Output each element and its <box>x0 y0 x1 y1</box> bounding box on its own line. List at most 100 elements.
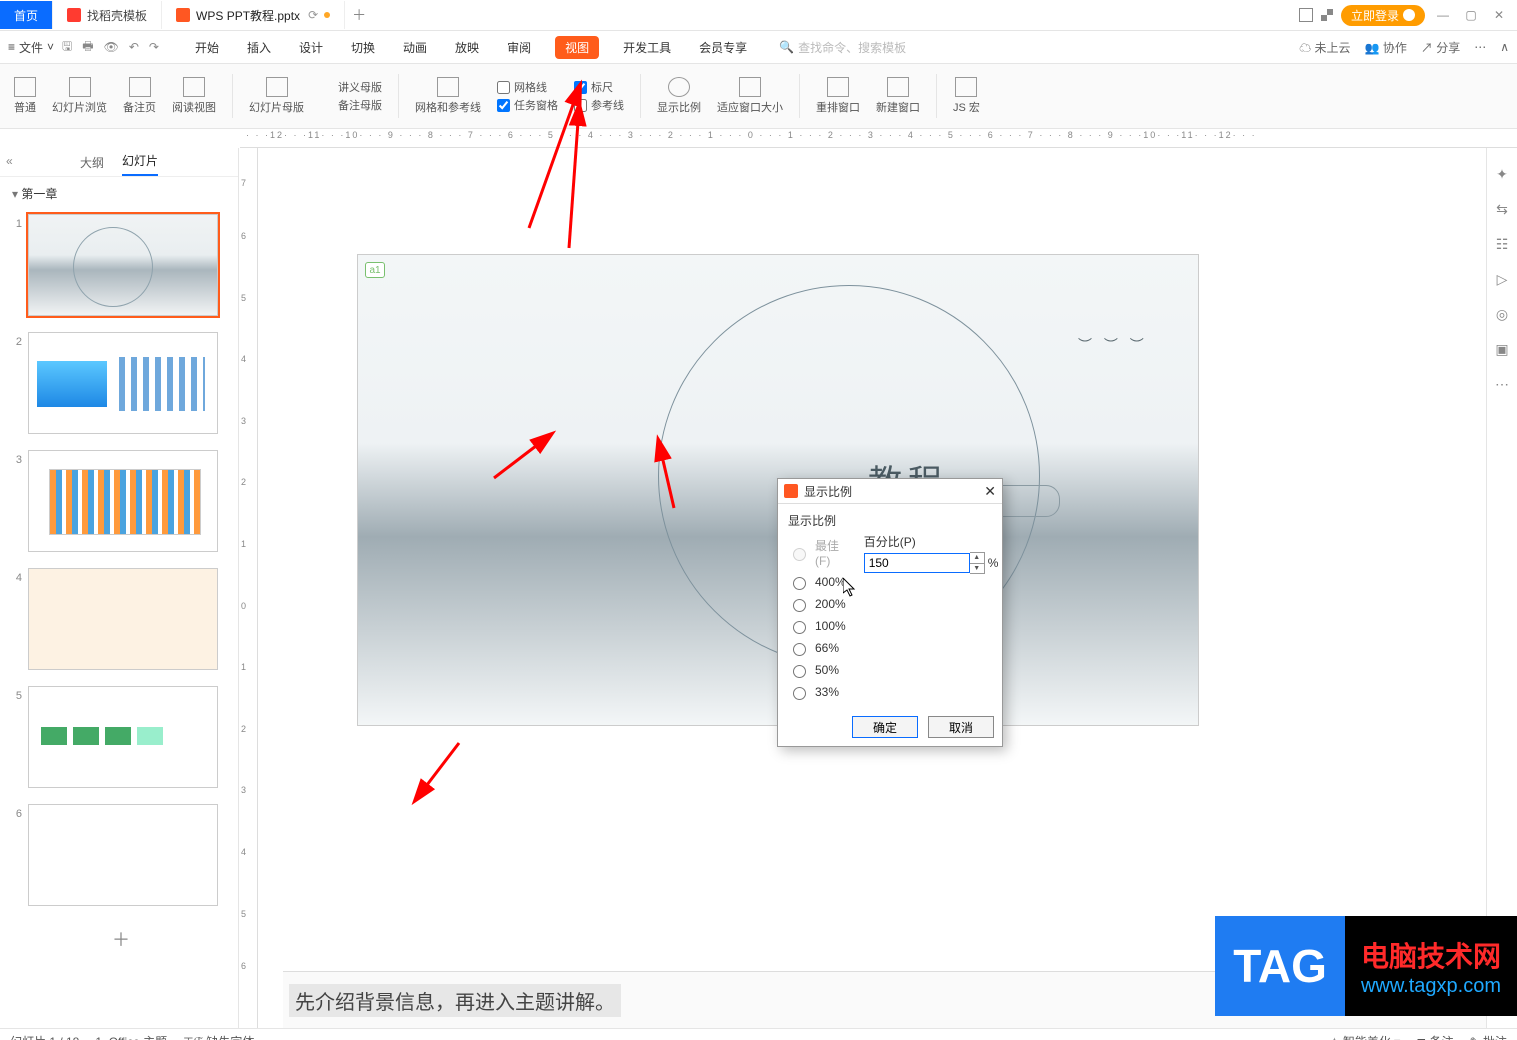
dialog-app-icon <box>784 484 798 498</box>
radio-label: 400% <box>815 575 846 589</box>
status-beautify[interactable]: ✧ 智能美化 ▾ <box>1329 1033 1400 1040</box>
rs-style-icon[interactable]: ☷ <box>1496 236 1509 253</box>
qa-redo-icon[interactable]: ↷ <box>149 40 159 54</box>
tab-slides[interactable]: 幻灯片 <box>122 152 158 176</box>
percent-input[interactable] <box>864 553 970 573</box>
qa-preview-icon[interactable]: 👁 <box>104 40 119 54</box>
add-slide-button[interactable]: ＋ <box>10 922 232 956</box>
radio-33[interactable]: 33% <box>788 684 846 700</box>
animation-marker[interactable]: a1 <box>365 262 385 278</box>
window-minimize[interactable]: — <box>1433 8 1453 22</box>
share-button[interactable]: ↗ 分享 <box>1421 39 1460 56</box>
thumbnail-3[interactable]: 3 <box>10 450 232 552</box>
thumb-num: 3 <box>10 450 22 466</box>
qa-print-icon[interactable]: 🖶 <box>82 37 93 58</box>
rs-template-icon[interactable]: ▣ <box>1495 341 1508 358</box>
menu-animation[interactable]: 动画 <box>399 37 431 58</box>
radio-66[interactable]: 66% <box>788 640 846 656</box>
new-window[interactable]: 新建窗口 <box>870 77 926 115</box>
tab-current-file[interactable]: WPS PPT教程.pptx ⟳ <box>162 1 345 29</box>
thumbnail-list[interactable]: 1 2 3 4 5 6 ＋ <box>0 210 238 1028</box>
view-notes[interactable]: 备注页 <box>117 77 162 115</box>
thumbnail-5[interactable]: 5 <box>10 686 232 788</box>
rs-ai-icon[interactable]: ✦ <box>1496 166 1508 183</box>
menu-start[interactable]: 开始 <box>191 37 223 58</box>
ribbon-sep-4 <box>799 74 800 118</box>
collapse-panel-icon[interactable]: « <box>6 154 13 168</box>
grid-and-guides[interactable]: 网格和参考线 <box>409 77 487 115</box>
notes-text[interactable]: 先介绍背景信息，再进入主题讲解。 <box>289 984 621 1017</box>
login-button[interactable]: 立即登录 <box>1341 5 1425 26</box>
spin-down-icon[interactable]: ▼ <box>970 564 984 574</box>
rs-more-icon[interactable]: ⋯ <box>1495 376 1509 393</box>
status-comments[interactable]: ✎ 批注 <box>1470 1033 1507 1040</box>
rs-play-icon[interactable]: ▷ <box>1497 271 1508 288</box>
window-maximize[interactable]: ▢ <box>1461 8 1481 22</box>
arrange-windows[interactable]: 重排窗口 <box>810 77 866 115</box>
radio-200[interactable]: 200% <box>788 596 846 612</box>
notes-master[interactable]: 备注母版 <box>320 97 382 113</box>
panel-toggle-icon[interactable]: ∧ <box>1500 40 1509 54</box>
percent-spinner[interactable]: ▲▼ <box>970 552 985 574</box>
view-reading[interactable]: 阅读视图 <box>166 77 222 115</box>
thumbnail-2[interactable]: 2 <box>10 332 232 434</box>
window-close[interactable]: ✕ <box>1489 8 1509 22</box>
fit-window[interactable]: 适应窗口大小 <box>711 77 789 115</box>
more-icon[interactable]: ⋯ <box>1474 40 1486 54</box>
tab-docker-templates[interactable]: 找稻壳模板 <box>53 1 162 29</box>
tab-home[interactable]: 首页 <box>0 1 53 29</box>
percent-label: 百分比(P) <box>864 533 999 550</box>
thumbnail-4[interactable]: 4 <box>10 568 232 670</box>
dialog-title: 显示比例 <box>804 483 852 500</box>
cancel-button[interactable]: 取消 <box>928 716 994 738</box>
radio-50[interactable]: 50% <box>788 662 846 678</box>
percent-group: 百分比(P) ▲▼ % <box>864 533 999 700</box>
tab-outline[interactable]: 大纲 <box>80 154 104 176</box>
zoom-ratio[interactable]: 显示比例 <box>651 77 707 115</box>
menu-insert[interactable]: 插入 <box>243 37 275 58</box>
menu-design[interactable]: 设计 <box>295 37 327 58</box>
add-tab-button[interactable]: ＋ <box>345 5 373 25</box>
radio-400[interactable]: 400% <box>788 574 846 590</box>
menu-view[interactable]: 视图 <box>555 36 599 59</box>
spin-up-icon[interactable]: ▲ <box>970 553 984 564</box>
dialog-titlebar[interactable]: 显示比例 ✕ <box>778 479 1002 504</box>
menu-slideshow[interactable]: 放映 <box>451 37 483 58</box>
mouse-cursor-icon <box>843 578 857 603</box>
menu-review[interactable]: 审阅 <box>503 37 535 58</box>
status-missing-font[interactable]: ⊤ℱ 缺失字体 <box>183 1033 254 1040</box>
view-sorter[interactable]: 幻灯片浏览 <box>46 77 113 115</box>
menu-vip[interactable]: 会员专享 <box>695 37 751 58</box>
rs-location-icon[interactable]: ◎ <box>1496 306 1508 323</box>
handout-master[interactable]: 讲义母版 <box>320 79 382 95</box>
section-header[interactable]: 第一章 <box>0 177 238 210</box>
v-tick: 3 <box>241 416 246 426</box>
menu-devtools[interactable]: 开发工具 <box>619 37 675 58</box>
rs-settings-icon[interactable]: ⇆ <box>1496 201 1508 218</box>
thumbnail-6[interactable]: 6 <box>10 804 232 906</box>
js-macro-label: JS 宏 <box>953 99 980 115</box>
thumbnail-1[interactable]: 1 <box>10 214 232 316</box>
qa-save-icon[interactable]: 🖫 <box>62 37 72 58</box>
dialog-close-button[interactable]: ✕ <box>984 483 996 500</box>
js-macro[interactable]: JS 宏 <box>947 77 986 115</box>
status-notes[interactable]: ≣ 备注 <box>1416 1033 1453 1040</box>
layout-icon-2[interactable] <box>1321 9 1333 21</box>
status-bar: 幻灯片 1 / 18 1_Office 主题 ⊤ℱ 缺失字体 ✧ 智能美化 ▾ … <box>0 1028 1517 1040</box>
watermark: TAG 电脑技术网 www.tagxp.com <box>1215 916 1517 1016</box>
menu-transition[interactable]: 切换 <box>347 37 379 58</box>
command-search[interactable]: 🔍 查找命令、搜索模板 <box>779 39 906 56</box>
zoom-radio-group: 最佳(F) 400% 200% 100% 66% 50% 33% <box>788 537 846 700</box>
tab-close-icon[interactable]: ⟳ <box>308 8 318 22</box>
cloud-status[interactable]: ☁ 未上云 <box>1299 39 1350 56</box>
view-reading-label: 阅读视图 <box>172 99 216 115</box>
slide-master[interactable]: 幻灯片母版 <box>243 77 310 115</box>
qa-undo-icon[interactable]: ↶ <box>129 40 139 54</box>
view-normal[interactable]: 普通 <box>8 77 42 115</box>
layout-icon-1[interactable] <box>1299 8 1313 22</box>
coop-button[interactable]: 👥 协作 <box>1365 39 1407 56</box>
status-theme[interactable]: 1_Office 主题 <box>95 1033 167 1040</box>
radio-100[interactable]: 100% <box>788 618 846 634</box>
file-menu[interactable]: ≡ 文件 ˅ <box>8 39 54 56</box>
ok-button[interactable]: 确定 <box>852 716 918 738</box>
